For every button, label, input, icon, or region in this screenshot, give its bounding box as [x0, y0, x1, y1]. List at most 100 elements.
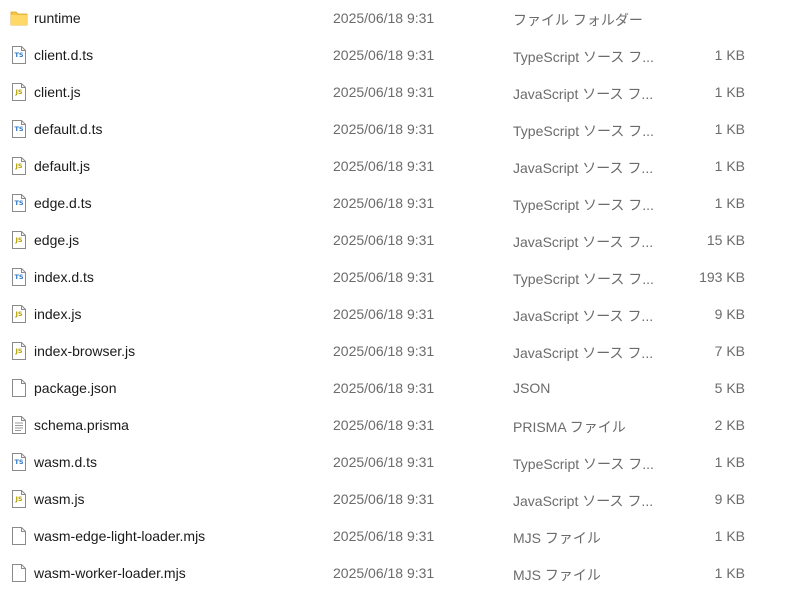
file-size: 2 KB — [714, 417, 745, 433]
svg-text:TS: TS — [14, 273, 23, 281]
file-name: schema.prisma — [34, 417, 129, 433]
svg-text:TS: TS — [14, 51, 23, 59]
file-type: TypeScript ソース フ... — [513, 123, 654, 139]
file-size: 7 KB — [714, 343, 745, 359]
file-size: 1 KB — [714, 84, 745, 100]
file-row[interactable]: JS wasm.js 2025/06/18 9:31 JavaScript ソース フ… — [0, 481, 787, 518]
file-name: edge.d.ts — [34, 195, 92, 211]
file-row[interactable]: JS client.js 2025/06/18 9:31 JavaScript ソース… — [0, 74, 787, 111]
file-type: JavaScript ソース フ... — [513, 493, 654, 509]
svg-text:JS: JS — [14, 162, 22, 170]
js-file-icon: JS — [10, 341, 28, 361]
file-size: 9 KB — [714, 306, 745, 322]
file-date-modified: 2025/06/18 9:31 — [333, 565, 435, 581]
file-size: 1 KB — [714, 158, 745, 174]
file-date-modified: 2025/06/18 9:31 — [333, 232, 435, 248]
file-date-modified: 2025/06/18 9:31 — [333, 47, 435, 63]
js-file-icon: JS — [10, 304, 28, 324]
file-name: wasm-edge-light-loader.mjs — [34, 528, 206, 544]
file-date-modified: 2025/06/18 9:31 — [333, 454, 435, 470]
file-row[interactable]: schema.prisma 2025/06/18 9:31 PRISMA ファイル 2… — [0, 407, 787, 444]
blank-file-icon — [10, 378, 28, 398]
svg-text:TS: TS — [14, 199, 23, 207]
file-name: index-browser.js — [34, 343, 136, 359]
file-type: JavaScript ソース フ... — [513, 160, 654, 176]
file-type: TypeScript ソース フ... — [513, 197, 654, 213]
file-type: MJS ファイル — [513, 530, 601, 546]
js-file-icon: JS — [10, 230, 28, 250]
file-row[interactable]: wasm-edge-light-loader.mjs 2025/06/18 9:3… — [0, 518, 787, 555]
file-size: 15 KB — [706, 232, 745, 248]
file-date-modified: 2025/06/18 9:31 — [333, 269, 435, 285]
file-name: index.js — [34, 306, 82, 322]
file-size: 193 KB — [699, 269, 745, 285]
file-row[interactable]: package.json 2025/06/18 9:31 JSON 5 KB — [0, 370, 787, 407]
file-size: 1 KB — [714, 528, 745, 544]
file-date-modified: 2025/06/18 9:31 — [333, 306, 435, 322]
file-date-modified: 2025/06/18 9:31 — [333, 10, 435, 26]
file-date-modified: 2025/06/18 9:31 — [333, 343, 435, 359]
svg-text:JS: JS — [14, 310, 22, 318]
file-name: default.d.ts — [34, 121, 103, 137]
file-date-modified: 2025/06/18 9:31 — [333, 491, 435, 507]
file-date-modified: 2025/06/18 9:31 — [333, 380, 435, 396]
file-date-modified: 2025/06/18 9:31 — [333, 121, 435, 137]
file-name: runtime — [34, 10, 81, 26]
svg-text:JS: JS — [14, 495, 22, 503]
file-date-modified: 2025/06/18 9:31 — [333, 158, 435, 174]
file-type: PRISMA ファイル — [513, 419, 626, 435]
file-date-modified: 2025/06/18 9:31 — [333, 84, 435, 100]
svg-text:JS: JS — [14, 347, 22, 355]
svg-text:JS: JS — [14, 88, 22, 96]
file-name: client.d.ts — [34, 47, 94, 63]
file-name: index.d.ts — [34, 269, 94, 285]
file-name: package.json — [34, 380, 117, 396]
file-name: default.js — [34, 158, 91, 174]
file-name: edge.js — [34, 232, 80, 248]
file-date-modified: 2025/06/18 9:31 — [333, 417, 435, 433]
file-row[interactable]: JS index.js 2025/06/18 9:31 JavaScript ソース … — [0, 296, 787, 333]
file-name: wasm.js — [34, 491, 85, 507]
svg-text:JS: JS — [14, 236, 22, 244]
file-row[interactable]: wasm-worker-loader.mjs 2025/06/18 9:31 MJS… — [0, 555, 787, 592]
file-size: 1 KB — [714, 47, 745, 63]
file-row[interactable]: TS edge.d.ts 2025/06/18 9:31 TypeScript ソース… — [0, 185, 787, 222]
file-size: 5 KB — [714, 380, 745, 396]
file-type: MJS ファイル — [513, 567, 601, 583]
file-list: runtime 2025/06/18 9:31 ファイル フォルダー TS client… — [0, 0, 787, 592]
text-file-icon — [10, 415, 28, 435]
file-row[interactable]: TS default.d.ts 2025/06/18 9:31 TypeScript … — [0, 111, 787, 148]
svg-text:TS: TS — [14, 458, 23, 466]
file-type: TypeScript ソース フ... — [513, 271, 654, 287]
blank-file-icon — [10, 563, 28, 583]
file-type: JavaScript ソース フ... — [513, 234, 654, 250]
file-size: 1 KB — [714, 565, 745, 581]
file-row[interactable]: JS edge.js 2025/06/18 9:31 JavaScript ソース フ… — [0, 222, 787, 259]
js-file-icon: JS — [10, 489, 28, 509]
file-type: JSON — [513, 380, 551, 396]
blank-file-icon — [10, 526, 28, 546]
file-row[interactable]: JS default.js 2025/06/18 9:31 JavaScript ソー… — [0, 148, 787, 185]
file-type: TypeScript ソース フ... — [513, 456, 654, 472]
file-date-modified: 2025/06/18 9:31 — [333, 195, 435, 211]
file-size: 1 KB — [714, 121, 745, 137]
ts-file-icon: TS — [10, 267, 28, 287]
file-row[interactable]: TS wasm.d.ts 2025/06/18 9:31 TypeScript ソース… — [0, 444, 787, 481]
file-row[interactable]: runtime 2025/06/18 9:31 ファイル フォルダー — [0, 0, 787, 37]
file-size: 1 KB — [714, 195, 745, 211]
file-type: ファイル フォルダー — [513, 12, 643, 28]
ts-file-icon: TS — [10, 193, 28, 213]
file-name: client.js — [34, 84, 81, 100]
file-row[interactable]: JS index-browser.js 2025/06/18 9:31 JavaScr… — [0, 333, 787, 370]
file-type: JavaScript ソース フ... — [513, 345, 654, 361]
file-size: 1 KB — [714, 454, 745, 470]
js-file-icon: JS — [10, 156, 28, 176]
file-type: TypeScript ソース フ... — [513, 49, 654, 65]
folder-icon — [10, 8, 28, 28]
file-type: JavaScript ソース フ... — [513, 308, 654, 324]
js-file-icon: JS — [10, 82, 28, 102]
ts-file-icon: TS — [10, 45, 28, 65]
file-row[interactable]: TS index.d.ts 2025/06/18 9:31 TypeScript ソー… — [0, 259, 787, 296]
file-row[interactable]: TS client.d.ts 2025/06/18 9:31 TypeScript ソ… — [0, 37, 787, 74]
svg-text:TS: TS — [14, 125, 23, 133]
